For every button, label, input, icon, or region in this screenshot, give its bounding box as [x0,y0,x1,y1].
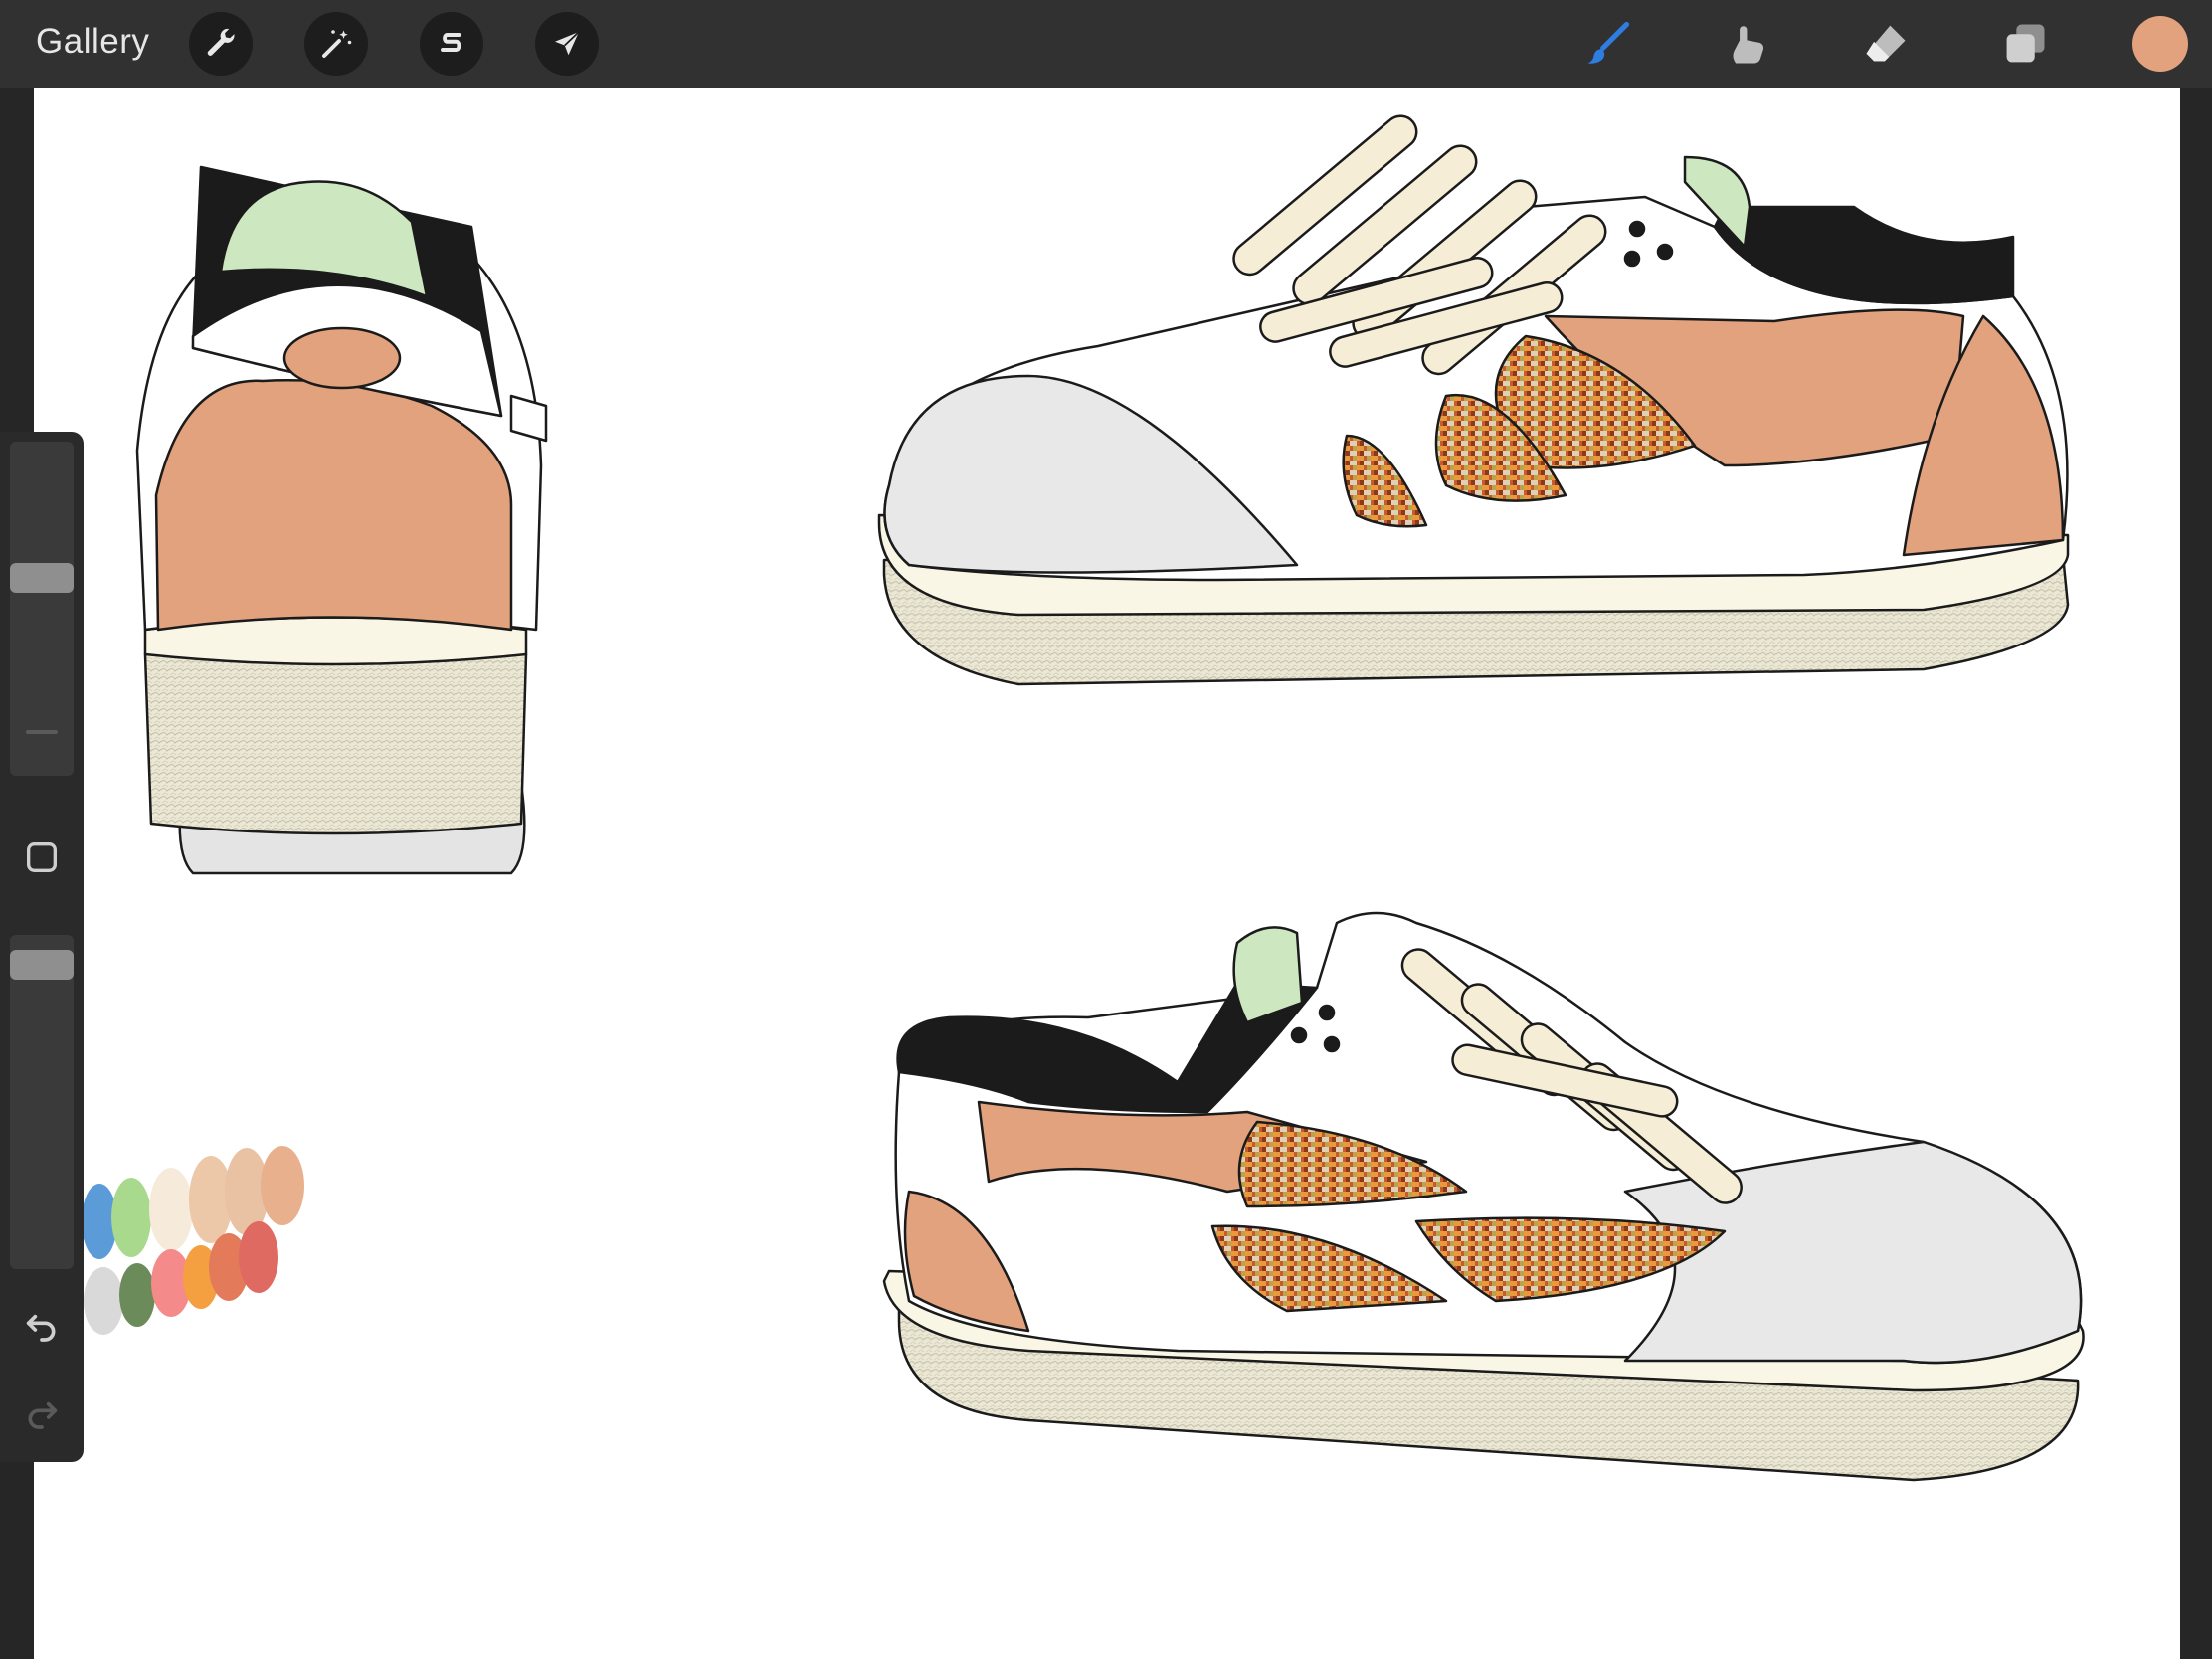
layers-icon [2006,24,2045,63]
undo-arrow-icon [26,1314,56,1342]
redo-button[interactable] [12,1382,72,1442]
actions-button[interactable] [189,12,253,76]
palette-swatch [239,1221,278,1293]
shoe-side-view-bottom [882,911,2085,1482]
palette-swatch [119,1263,155,1327]
palette-swatch [84,1267,123,1335]
eraser-tool-button[interactable] [1856,14,1916,74]
gallery-button[interactable]: Gallery [36,22,149,62]
modify-button[interactable] [12,828,72,887]
magic-wand-icon [322,30,352,58]
smudge-tool-button[interactable] [1717,14,1776,74]
square-outline-icon [27,842,57,872]
eraser-icon [1866,25,1906,62]
selection-button[interactable] [420,12,483,76]
color-palette-swatches [82,1146,304,1335]
undo-button[interactable] [12,1295,72,1355]
adjustments-button[interactable] [304,12,368,76]
brush-tool-button[interactable] [1577,14,1637,74]
brush-size-slider[interactable] [10,442,74,776]
canvas-artwork [82,114,2085,1482]
smudge-finger-icon [1733,26,1764,64]
transform-button[interactable] [535,12,599,76]
redo-arrow-icon [28,1401,58,1429]
brush-opacity-slider[interactable] [10,935,74,1269]
palette-swatch [261,1146,304,1225]
brush-opacity-thumb[interactable] [10,950,74,981]
layers-button[interactable] [1995,14,2055,74]
brush-size-thumb[interactable] [10,563,74,594]
shoe-side-view-top [877,114,2070,686]
wrench-icon [207,28,235,56]
palette-swatch [149,1168,193,1251]
color-picker-swatch[interactable] [2132,16,2188,72]
drawing-canvas[interactable] [34,88,2180,1659]
paint-brush-icon [1587,21,1630,64]
top-toolbar: Gallery [0,0,2212,88]
slider-tick [26,730,58,734]
shoe-back-view [135,165,548,875]
selection-s-icon [441,33,461,52]
cursor-arrow-icon [555,31,580,56]
palette-swatch [111,1178,151,1257]
left-sidebar [0,432,84,1462]
